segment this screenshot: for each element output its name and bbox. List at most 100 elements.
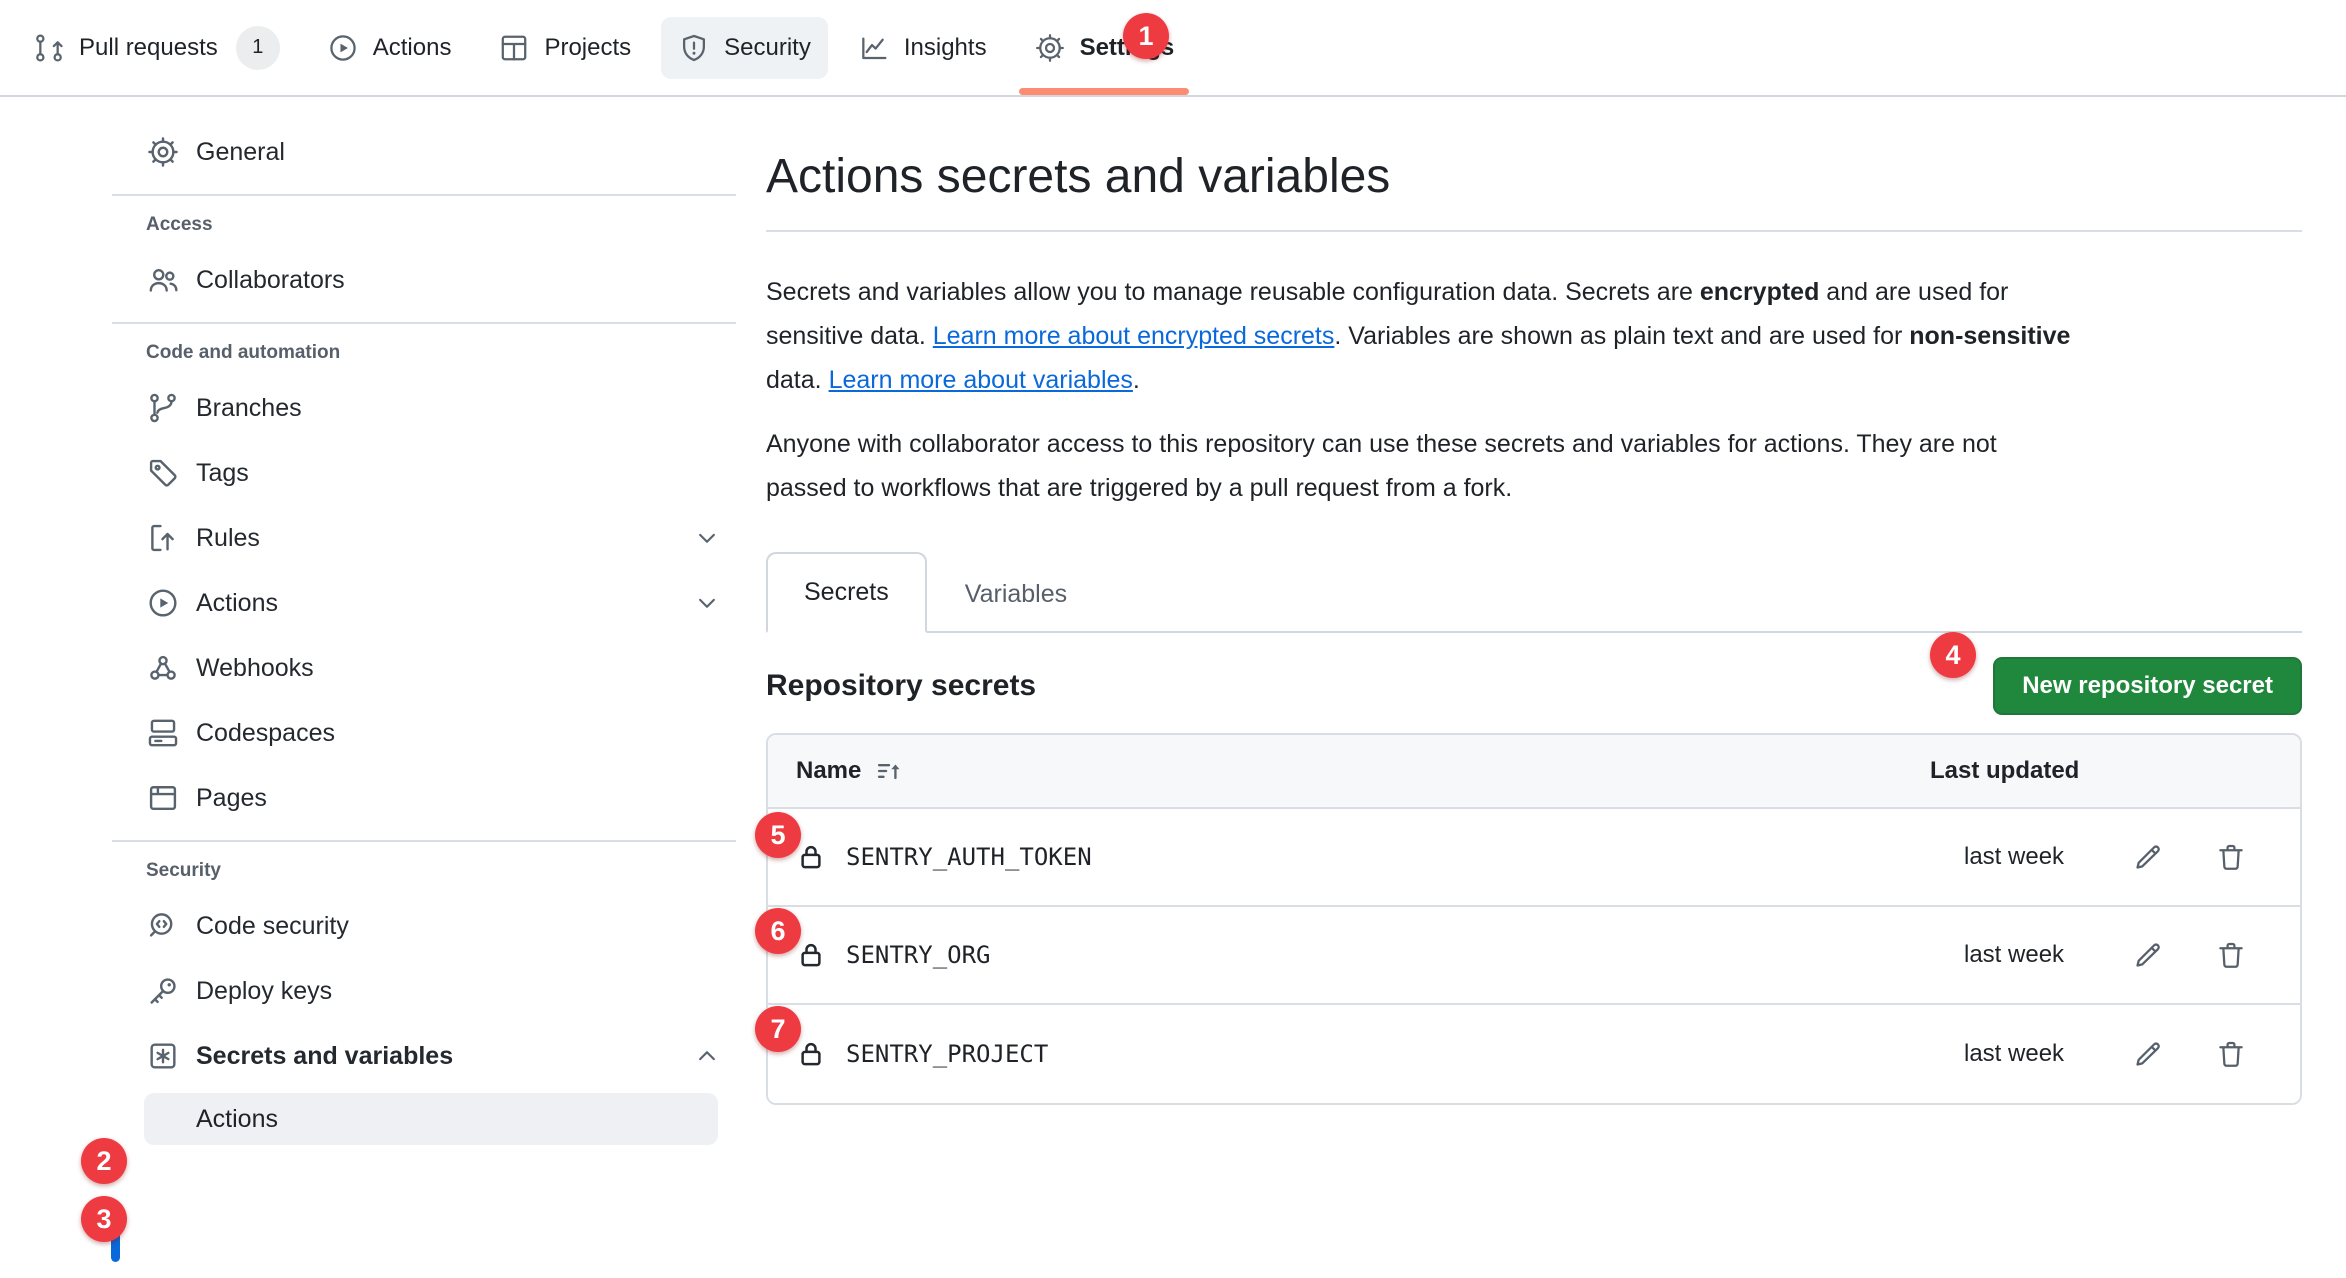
annotation-badge-1: 1 — [1123, 13, 1169, 59]
intro-line: data. Learn more about variables. — [766, 358, 2302, 402]
nav-tab-pull-requests[interactable]: Pull requests 1 — [16, 11, 297, 85]
chevron-down-icon — [692, 523, 722, 553]
settings-sidebar: General Access Collaborators Code and au… — [112, 124, 736, 1145]
sidebar-item-code-security[interactable]: Code security — [128, 898, 736, 954]
nav-tab-security[interactable]: Security — [661, 17, 828, 79]
sidebar-item-label: Webhooks — [196, 654, 314, 683]
divider — [112, 322, 736, 324]
secrets-table-header: Name Last updated — [768, 735, 2300, 809]
sidebar-item-rules[interactable]: Rules — [128, 510, 736, 566]
gear-icon — [146, 135, 180, 169]
tag-icon — [146, 456, 180, 490]
nav-tab-projects[interactable]: Projects — [481, 17, 648, 79]
edit-secret-button[interactable] — [2131, 938, 2165, 972]
trash-icon — [2214, 840, 2248, 874]
sidebar-item-label: Code security — [196, 912, 349, 941]
nav-tab-insights[interactable]: Insights — [841, 17, 1004, 79]
codespaces-icon — [146, 716, 180, 750]
annotation-badge-7: 7 — [755, 1006, 801, 1052]
secret-row[interactable]: SENTRY_PROJECT last week — [768, 1005, 2300, 1103]
people-icon — [146, 263, 180, 297]
annotation-badge-4: 4 — [1930, 632, 1976, 678]
sort-ascending-icon — [875, 757, 903, 785]
graph-icon — [858, 32, 890, 64]
sidebar-item-general[interactable]: General — [128, 124, 736, 180]
sidebar-item-codespaces[interactable]: Codespaces — [128, 705, 736, 761]
intro-bold-encrypted: encrypted — [1700, 278, 1819, 306]
sidebar-item-label: Pages — [196, 784, 267, 813]
secret-row[interactable]: SENTRY_ORG last week — [768, 907, 2300, 1005]
note-line: Anyone with collaborator access to this … — [766, 422, 2302, 466]
sidebar-item-branches[interactable]: Branches — [128, 380, 736, 436]
chevron-down-icon — [692, 588, 722, 618]
repository-secrets-header-row: Repository secrets New repository secret — [766, 657, 2302, 715]
trash-icon — [2214, 938, 2248, 972]
rules-icon — [146, 521, 180, 555]
intro-bold-non-sensitive: non-sensitive — [1909, 322, 2070, 350]
secret-row[interactable]: SENTRY_AUTH_TOKEN last week — [768, 809, 2300, 907]
intro-text: . Variables are shown as plain text and … — [1334, 322, 1909, 350]
sidebar-item-label: Actions — [196, 589, 278, 618]
sidebar-item-tags[interactable]: Tags — [128, 445, 736, 501]
intro-line: sensitive data. Learn more about encrypt… — [766, 314, 2302, 358]
link-learn-more-variables[interactable]: Learn more about variables — [829, 366, 1133, 394]
sidebar-item-label: Collaborators — [196, 266, 345, 295]
sidebar-section-security: Security — [146, 860, 736, 882]
code-scan-icon — [146, 909, 180, 943]
nav-tab-label: Projects — [544, 34, 631, 62]
intro-paragraph: Secrets and variables allow you to manag… — [766, 270, 2302, 402]
sidebar-item-collaborators[interactable]: Collaborators — [128, 252, 736, 308]
browser-icon — [146, 781, 180, 815]
intro-text: . — [1133, 366, 1140, 394]
sidebar-item-label: Branches — [196, 394, 302, 423]
tab-secrets[interactable]: Secrets — [766, 552, 927, 633]
pencil-icon — [2131, 840, 2165, 874]
webhook-icon — [146, 651, 180, 685]
pencil-icon — [2131, 1037, 2165, 1071]
nav-tab-label: Insights — [904, 34, 987, 62]
sidebar-subitem-actions-current[interactable]: Actions — [144, 1093, 718, 1145]
sidebar-section-access: Access — [146, 214, 736, 236]
secrets-table: Name Last updated SENTRY_AUTH_TOKEN last… — [766, 733, 2302, 1105]
edit-secret-button[interactable] — [2131, 840, 2165, 874]
repository-secrets-heading: Repository secrets — [766, 669, 1036, 703]
intro-line: Secrets and variables allow you to manag… — [766, 270, 2302, 314]
note-line: passed to workflows that are triggered b… — [766, 466, 2302, 510]
annotation-badge-2: 2 — [81, 1138, 127, 1184]
last-updated-value: last week — [1950, 843, 2100, 871]
last-updated-value: last week — [1950, 1040, 2100, 1068]
sidebar-item-secrets-and-variables[interactable]: Secrets and variables — [128, 1028, 736, 1084]
sidebar-item-deploy-keys[interactable]: Deploy keys — [128, 963, 736, 1019]
chevron-up-icon — [692, 1041, 722, 1071]
intro-text: Secrets and variables allow you to manag… — [766, 278, 1700, 306]
sidebar-item-actions[interactable]: Actions — [128, 575, 736, 631]
secret-name-cell: SENTRY_AUTH_TOKEN — [796, 842, 1950, 872]
delete-secret-button[interactable] — [2214, 1037, 2248, 1071]
intro-text: and are used for — [1819, 278, 2008, 306]
annotation-badge-5: 5 — [755, 812, 801, 858]
delete-secret-button[interactable] — [2214, 938, 2248, 972]
secret-name-cell: SENTRY_PROJECT — [796, 1039, 1950, 1069]
lock-icon — [796, 1039, 826, 1069]
nav-tab-actions[interactable]: Actions — [310, 17, 469, 79]
secret-name: SENTRY_PROJECT — [846, 1040, 1048, 1068]
annotation-badge-6: 6 — [755, 908, 801, 954]
nav-tab-label: Pull requests — [79, 34, 218, 62]
column-header-name[interactable]: Name — [796, 757, 1930, 785]
edit-secret-button[interactable] — [2131, 1037, 2165, 1071]
shield-exclamation-icon — [678, 32, 710, 64]
delete-secret-button[interactable] — [2214, 840, 2248, 874]
sidebar-item-webhooks[interactable]: Webhooks — [128, 640, 736, 696]
last-updated-value: last week — [1950, 941, 2100, 969]
column-label: Name — [796, 757, 861, 785]
sidebar-item-label: Codespaces — [196, 719, 335, 748]
lock-icon — [796, 842, 826, 872]
new-repository-secret-button[interactable]: New repository secret — [1993, 657, 2302, 715]
tab-variables[interactable]: Variables — [927, 554, 1105, 633]
sidebar-item-label: Rules — [196, 524, 260, 553]
link-learn-more-encrypted-secrets[interactable]: Learn more about encrypted secrets — [933, 322, 1335, 350]
sidebar-item-pages[interactable]: Pages — [128, 770, 736, 826]
sidebar-item-label: Actions — [196, 1105, 278, 1134]
page-title: Actions secrets and variables — [766, 146, 2302, 208]
divider — [766, 230, 2302, 232]
